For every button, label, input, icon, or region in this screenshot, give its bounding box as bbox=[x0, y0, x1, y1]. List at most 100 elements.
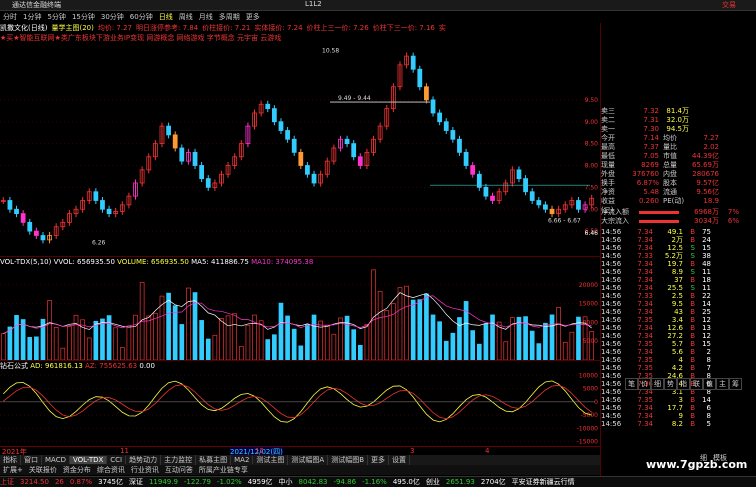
side-tab-8[interactable]: 筹 bbox=[729, 378, 742, 390]
tick-row[interactable]: 14:56 7.34 12.5 S 15 bbox=[601, 244, 756, 252]
volume-bar bbox=[397, 287, 403, 361]
tick-row[interactable]: 14:56 7.33 5.2万 S 38 bbox=[601, 252, 756, 260]
tick-row[interactable]: 14:56 7.33 2.5 B 22 bbox=[601, 292, 756, 300]
cy-label[interactable]: 创业 bbox=[426, 477, 440, 487]
ext-tab-5[interactable]: 互动问答 bbox=[162, 465, 196, 475]
period-4[interactable]: 30分钟 bbox=[98, 12, 127, 22]
quote-row: 换手 6.87% 股本 9.57亿 bbox=[601, 179, 756, 188]
volume-panel[interactable]: VOL-TDX(5,10) VVOL: 656935.50 VOLUME: 65… bbox=[0, 256, 600, 361]
kline-chart[interactable]: 9.50 9.00 8.50 8.00 7.50 7.00 6.50 10.58 9.49 - … bbox=[0, 43, 600, 253]
candle-body bbox=[20, 213, 26, 223]
tick-list[interactable]: 14:56 7.34 49.1 B 75 14:56 7.34 2万 B 24 14:56 7.34 1… bbox=[601, 228, 756, 428]
ext-tab-4[interactable]: 行业资讯 bbox=[128, 465, 162, 475]
tick-row[interactable]: 14:56 7.34 37 B 18 bbox=[601, 276, 756, 284]
tab-9[interactable]: 测试主图 bbox=[253, 455, 289, 465]
tick-row[interactable]: 14:56 7.34 25.5 S 11 bbox=[601, 284, 756, 292]
volume-bar bbox=[311, 314, 317, 361]
period-6[interactable]: 日线 bbox=[156, 12, 176, 22]
tab-5[interactable]: 趋势动力 bbox=[126, 455, 162, 465]
ext-tab-6[interactable]: 所属产业链专享 bbox=[196, 465, 251, 475]
ext-tab-2[interactable]: 资金分布 bbox=[60, 465, 94, 475]
period-5[interactable]: 60分钟 bbox=[127, 12, 156, 22]
time-label-3: 12 bbox=[255, 447, 264, 455]
tick-row[interactable]: 14:56 7.34 12.6 B 13 bbox=[601, 324, 756, 332]
tick-row[interactable]: 14:56 7.35 4 B 8 bbox=[601, 356, 756, 364]
side-tab-7[interactable]: 主 bbox=[716, 378, 729, 390]
indicator-svg[interactable]: 10000 5000 0 -5000 -10000 -15000 bbox=[0, 370, 600, 447]
tick-row[interactable]: 14:56 7.34 49.1 B 75 bbox=[601, 228, 756, 236]
ext-tab-0[interactable]: 扩展+ bbox=[0, 465, 26, 475]
kline-svg[interactable]: 9.509.008.508.007.507.006.5010.589.49 - … bbox=[0, 43, 600, 253]
broker-name: 平安证券新疆云行情 bbox=[511, 478, 575, 486]
side-tab-2[interactable]: 细 bbox=[651, 378, 664, 390]
tick-row[interactable]: 14:56 7.34 27.2 B 12 bbox=[601, 332, 756, 340]
ext-tab-1[interactable]: 关联报价 bbox=[26, 465, 60, 475]
period-2[interactable]: 5分钟 bbox=[44, 12, 68, 22]
tab-13[interactable]: 设置 bbox=[389, 455, 411, 465]
period-8[interactable]: 月线 bbox=[196, 12, 216, 22]
tick-row[interactable]: 14:56 7.34 9 B 8 bbox=[601, 412, 756, 420]
volume-svg[interactable]: 2000015000100005000 bbox=[0, 266, 600, 361]
tick-row[interactable]: 14:56 7.35 4.2 B 7 bbox=[601, 364, 756, 372]
sz-label[interactable]: 深证 bbox=[129, 477, 143, 487]
tick-time: 14:56 bbox=[601, 268, 622, 276]
sh-label[interactable]: 上证 bbox=[0, 477, 14, 487]
volume-bar bbox=[179, 324, 185, 361]
tick-row[interactable]: 14:56 7.35 3 B 14 bbox=[601, 396, 756, 404]
zx-label[interactable]: 中小 bbox=[279, 477, 293, 487]
tab-6[interactable]: 主力监控 bbox=[161, 455, 197, 465]
quote-extra: 内盘 bbox=[663, 170, 677, 178]
tab-4[interactable]: CCI bbox=[107, 456, 127, 464]
quote-value: 7.32 bbox=[643, 107, 659, 115]
trade-button[interactable]: 交易 bbox=[722, 0, 736, 10]
ext-tab-3[interactable]: 综合资讯 bbox=[94, 465, 128, 475]
tab-2[interactable]: MACD bbox=[42, 456, 70, 464]
zx-percent: -1.16% bbox=[362, 478, 387, 486]
tick-row[interactable]: 14:56 7.34 5.6 B 2 bbox=[601, 348, 756, 356]
indicator-panel[interactable]: 钻石公式 AD: 961816.13 AZ: 755625.63 0.00 10… bbox=[0, 360, 600, 446]
zx-index: 8042.83 bbox=[298, 478, 328, 486]
tick-time: 14:56 bbox=[601, 356, 622, 364]
tick-row[interactable]: 14:56 7.34 8.2 B 5 bbox=[601, 420, 756, 428]
tick-side: B bbox=[690, 276, 695, 284]
tab-11[interactable]: 测试幅图B bbox=[328, 455, 369, 465]
tick-row[interactable]: 14:56 7.34 9.5 B 14 bbox=[601, 300, 756, 308]
volume-bar bbox=[410, 299, 416, 361]
side-tab-4[interactable]: 指 bbox=[677, 378, 690, 390]
period-0[interactable]: 分时 bbox=[0, 12, 20, 22]
tab-0[interactable]: 指标 bbox=[0, 455, 21, 465]
tick-row[interactable]: 14:56 7.34 2万 B 24 bbox=[601, 236, 756, 244]
flow-pct: 6% bbox=[727, 217, 739, 225]
tick-row[interactable]: 14:56 7.34 8.9 S 11 bbox=[601, 268, 756, 276]
tab-7[interactable]: 私募主图 bbox=[196, 455, 232, 465]
side-tab-0[interactable]: 笔 bbox=[625, 378, 638, 390]
tick-row[interactable]: 14:56 7.34 17.7 B 6 bbox=[601, 404, 756, 412]
period-7[interactable]: 周线 bbox=[176, 12, 196, 22]
period-1[interactable]: 1分钟 bbox=[20, 12, 44, 22]
side-tab-3[interactable]: 势 bbox=[664, 378, 677, 390]
tick-row[interactable]: 14:56 7.34 43 B 25 bbox=[601, 308, 756, 316]
tick-row[interactable]: 14:56 7.35 3.4 B 12 bbox=[601, 316, 756, 324]
tick-row[interactable]: 14:56 7.35 5.7 B 15 bbox=[601, 340, 756, 348]
side-tab-1[interactable]: 价 bbox=[638, 378, 651, 390]
volume-bar bbox=[384, 310, 390, 361]
zx-amount: 495.0亿 bbox=[392, 478, 420, 486]
period-3[interactable]: 15分钟 bbox=[69, 12, 98, 22]
volume-bar bbox=[536, 343, 542, 361]
quote-label: 卖一 bbox=[601, 125, 615, 133]
side-tab-6[interactable]: 值 bbox=[703, 378, 716, 390]
tab-12[interactable]: 更多 bbox=[368, 455, 390, 465]
tick-volume: 17.7 bbox=[667, 404, 683, 412]
period-10[interactable]: 更多 bbox=[243, 12, 263, 22]
volume-bar bbox=[53, 327, 59, 361]
tab-8[interactable]: MA2 bbox=[231, 456, 254, 464]
side-tab-5[interactable]: 联 bbox=[690, 378, 703, 390]
tick-time: 14:56 bbox=[601, 308, 622, 316]
az-value: AZ: 755625.63 bbox=[85, 361, 138, 370]
tab-10[interactable]: 测试幅图A bbox=[288, 455, 329, 465]
period-9[interactable]: 多周期 bbox=[216, 12, 243, 22]
candle-body bbox=[311, 173, 317, 184]
tab-1[interactable]: 窗口 bbox=[21, 455, 42, 465]
tick-row[interactable]: 14:56 7.34 19.7 B 48 bbox=[601, 260, 756, 268]
tab-3[interactable]: VOL-TDX bbox=[69, 456, 108, 464]
